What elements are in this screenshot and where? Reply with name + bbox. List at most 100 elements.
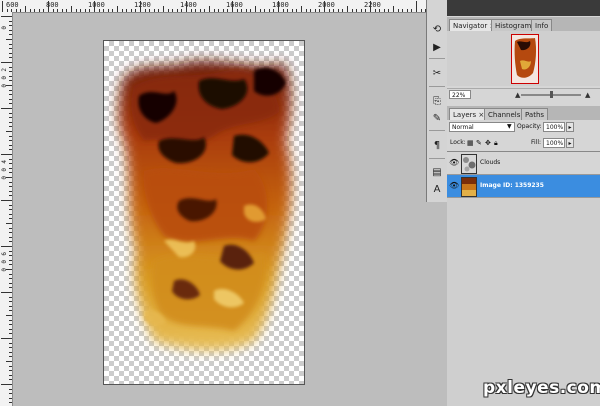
ruler-tick bbox=[9, 48, 12, 50]
ruler-tick bbox=[273, 9, 275, 12]
navigator-preview[interactable] bbox=[447, 31, 600, 86]
ruler-tick bbox=[9, 379, 12, 381]
ruler-tick bbox=[1, 108, 12, 109]
lock-transparency-icon[interactable]: ▦ bbox=[467, 138, 474, 148]
ruler-tick bbox=[209, 6, 210, 12]
ruler-tick bbox=[319, 9, 321, 12]
layer-comps-icon[interactable]: ▤ bbox=[430, 165, 444, 179]
ruler-tick bbox=[172, 9, 174, 12]
ruler-tick bbox=[9, 144, 12, 146]
ruler-tick bbox=[9, 126, 12, 128]
layer-row[interactable]: 👁︎ Clouds bbox=[447, 152, 600, 175]
tab-channels[interactable]: Channels bbox=[484, 108, 525, 120]
ruler-label: 4 bbox=[1, 160, 8, 164]
ruler-tick bbox=[9, 167, 12, 169]
eye-icon[interactable]: 👁︎ bbox=[449, 181, 459, 191]
tab-paths[interactable]: Paths bbox=[521, 108, 549, 120]
ruler-tick bbox=[379, 9, 381, 12]
ruler-tick bbox=[232, 1, 233, 12]
ruler-tick bbox=[6, 85, 12, 86]
ruler-tick bbox=[6, 361, 12, 362]
ruler-tick bbox=[149, 9, 151, 12]
ruler-tick bbox=[9, 89, 12, 91]
zoom-slider-knob[interactable] bbox=[550, 91, 553, 98]
document-canvas[interactable] bbox=[103, 40, 305, 385]
thumbnail-image bbox=[512, 35, 538, 83]
zoom-in-icon[interactable]: ▲ bbox=[585, 91, 590, 99]
ruler-tick bbox=[48, 1, 49, 12]
ruler-tick bbox=[9, 29, 12, 31]
layer-name[interactable]: Image ID: 1359235 bbox=[480, 181, 544, 191]
ruler-tick bbox=[1, 62, 12, 63]
ruler-tick bbox=[218, 9, 220, 12]
ruler-tick bbox=[374, 9, 376, 12]
ruler-tick bbox=[9, 232, 12, 234]
ruler-tick bbox=[1, 200, 12, 201]
ruler-tick bbox=[416, 1, 417, 12]
clouds-thumbnail bbox=[462, 155, 476, 173]
lock-position-icon[interactable]: ✥ bbox=[485, 138, 491, 148]
ruler-tick bbox=[1, 16, 12, 17]
ruler-tick bbox=[241, 9, 243, 12]
divider bbox=[429, 86, 445, 87]
ruler-label: 1200 bbox=[134, 1, 151, 9]
ruler-tick bbox=[9, 324, 12, 326]
ruler-tick bbox=[20, 9, 22, 12]
fill-arrow-icon[interactable]: ▸ bbox=[566, 138, 574, 148]
ruler-tick bbox=[9, 71, 12, 73]
ruler-tick bbox=[9, 282, 12, 284]
actions-icon[interactable]: ▶ bbox=[430, 40, 444, 54]
ruler-tick bbox=[314, 9, 316, 12]
ruler-tick bbox=[1, 246, 12, 247]
lock-fill-row: Lock: ▦ ✎ ✥ 🔒︎ Fill: 100% ▸ bbox=[447, 136, 600, 151]
chevron-down-icon[interactable]: ▼ bbox=[507, 122, 512, 132]
tab-layers[interactable]: Layers × bbox=[449, 108, 489, 120]
zoom-out-icon[interactable]: ▲ bbox=[515, 91, 520, 99]
ruler-tick bbox=[9, 374, 12, 376]
ruler-tick bbox=[9, 66, 12, 68]
tab-histogram[interactable]: Histogram bbox=[491, 19, 536, 31]
brush-icon[interactable]: ✎ bbox=[430, 111, 444, 125]
tab-info[interactable]: Info bbox=[531, 19, 553, 31]
layer-thumbnail bbox=[461, 177, 477, 197]
opacity-arrow-icon[interactable]: ▸ bbox=[566, 122, 574, 132]
ruler-tick bbox=[9, 52, 12, 54]
layer-name[interactable]: Clouds bbox=[480, 158, 500, 168]
history-icon[interactable]: ⟲ bbox=[430, 22, 444, 36]
ruler-tick bbox=[301, 6, 302, 12]
lock-pixels-icon[interactable]: ✎ bbox=[476, 138, 482, 148]
ruler-tick bbox=[186, 1, 187, 12]
tools-icon[interactable]: ✂ bbox=[430, 66, 444, 80]
lock-all-icon[interactable]: 🔒︎ bbox=[494, 138, 498, 148]
ruler-tick bbox=[365, 9, 367, 12]
clone-source-icon[interactable]: ⎘ bbox=[430, 94, 444, 108]
ruler-tick bbox=[9, 218, 12, 220]
ruler-tick bbox=[9, 135, 12, 137]
divider bbox=[429, 58, 445, 59]
fill-input[interactable]: 100% bbox=[543, 138, 565, 148]
blend-mode-select[interactable]: Normal bbox=[449, 122, 515, 132]
watermark-logo: pxleyes.com bbox=[483, 378, 600, 398]
layer-row-selected[interactable]: 👁︎ Image ID: 1359235 bbox=[447, 175, 600, 198]
ruler-tick bbox=[75, 9, 77, 12]
ruler-tick bbox=[9, 195, 12, 197]
ruler-tick bbox=[402, 9, 404, 12]
opacity-input[interactable]: 100% bbox=[543, 122, 565, 132]
ruler-tick bbox=[310, 9, 312, 12]
ruler-tick bbox=[278, 1, 279, 12]
left-ruler[interactable]: 0 2 0 0 4 0 0 6 0 0 bbox=[0, 12, 13, 406]
top-ruler[interactable]: 600 800 1000 1200 1400 1600 1800 2000 22… bbox=[0, 0, 426, 13]
ruler-tick bbox=[9, 255, 12, 257]
character-icon[interactable]: A bbox=[430, 182, 444, 196]
eye-icon[interactable]: 👁︎ bbox=[449, 158, 459, 168]
paragraph-icon[interactable]: ¶ bbox=[430, 138, 444, 152]
ruler-tick bbox=[342, 9, 344, 12]
ruler-tick bbox=[9, 333, 12, 335]
ruler-label: 1400 bbox=[180, 1, 197, 9]
ruler-tick bbox=[9, 25, 12, 27]
navigator-thumbnail[interactable] bbox=[511, 34, 539, 84]
ruler-tick bbox=[163, 6, 164, 12]
ruler-tick bbox=[370, 1, 371, 12]
zoom-input[interactable]: 22% bbox=[449, 90, 471, 99]
ruler-tick bbox=[9, 393, 12, 395]
